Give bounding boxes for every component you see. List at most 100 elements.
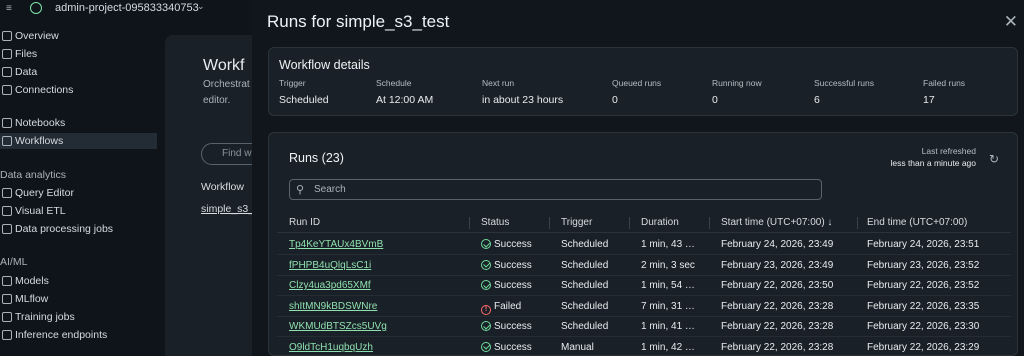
run-duration: 1 min, 54 … <box>641 280 695 291</box>
success-check-icon <box>481 341 491 352</box>
runs-search-input[interactable]: ⚲ Search <box>289 179 822 200</box>
sidebar-item-inference-endpoints[interactable]: Inference endpoints <box>0 327 157 343</box>
detail-key: Running now <box>712 78 762 88</box>
run-trigger: Manual <box>561 341 594 353</box>
refresh-icon[interactable]: ↻ <box>989 152 999 166</box>
detail-value: 6 <box>814 94 820 106</box>
run-trigger: Scheduled <box>561 280 609 291</box>
sidebar-group-aiml: AI/ML <box>0 256 28 268</box>
detail-key: Schedule <box>376 78 412 88</box>
detail-running-now: Running now 0 <box>712 78 762 106</box>
run-trigger: Scheduled <box>561 259 609 271</box>
model-icon <box>2 276 12 286</box>
detail-value: At 12:00 AM <box>376 94 434 106</box>
run-end-time: February 23, 2026, 23:52 <box>867 259 980 271</box>
search-placeholder: Search <box>314 184 346 195</box>
run-duration: 2 min, 3 sec <box>641 259 695 271</box>
sidebar-item-connections[interactable]: Connections <box>0 82 157 98</box>
column-divider <box>857 217 858 229</box>
run-start-time: February 22, 2026, 23:28 <box>721 321 834 332</box>
table-row: fPHPB4uQlqLsC1i Success Scheduled 2 min, 3 … <box>277 255 1011 276</box>
run-id-link[interactable]: Tp4KeYTAUx4BVmB <box>289 239 383 250</box>
run-status: Success <box>481 259 532 271</box>
error-icon: ! <box>481 304 491 315</box>
detail-key: Queued runs <box>612 78 662 88</box>
run-start-time: February 23, 2026, 23:49 <box>721 259 834 271</box>
run-duration: 1 min, 41 … <box>641 321 695 332</box>
drawer-title: Runs for simple_s3_test <box>267 12 450 31</box>
sidebar-item-files[interactable]: Files <box>0 46 157 62</box>
sidebar-item-data[interactable]: Data <box>0 64 157 80</box>
detail-value: 0 <box>612 94 618 106</box>
detail-key: Trigger <box>279 78 306 88</box>
col-run-id[interactable]: Run ID <box>289 217 320 228</box>
run-start-time: February 22, 2026, 23:28 <box>721 300 834 312</box>
col-end-time[interactable]: End time (UTC+07:00) <box>867 217 967 228</box>
detail-value: 17 <box>923 94 935 106</box>
sidebar-item-mlflow[interactable]: MLflow <box>0 291 157 307</box>
col-start-time[interactable]: Start time (UTC+07:00) ↓ <box>721 217 832 228</box>
background-page: Workf Orchestrat editor. Find w Workflow… <box>165 35 271 356</box>
background-column-header: Workflow <box>201 181 244 193</box>
sidebar-item-label: Models <box>15 275 49 287</box>
sidebar-item-label: Query Editor <box>15 187 74 199</box>
col-status[interactable]: Status <box>481 217 509 228</box>
sidebar-item-data-processing-jobs[interactable]: Data processing jobs <box>0 221 157 237</box>
run-trigger: Scheduled <box>561 300 609 312</box>
run-id-link[interactable]: O9ldTcH1uqbqUzh <box>289 342 373 353</box>
detail-schedule: Schedule At 12:00 AM <box>376 78 433 106</box>
background-subtitle: Orchestrat <box>203 79 250 90</box>
run-status-label: Success <box>494 259 532 271</box>
col-duration[interactable]: Duration <box>641 217 679 228</box>
notebook-icon <box>2 118 12 128</box>
run-status: Success <box>481 239 532 250</box>
run-duration: 1 min, 43 … <box>641 239 695 250</box>
run-end-time: February 22, 2026, 23:29 <box>867 341 980 353</box>
run-status-label: Success <box>494 280 532 291</box>
background-workflow-link[interactable]: simple_s3_ <box>201 203 254 215</box>
sidebar-item-overview[interactable]: Overview <box>0 28 157 44</box>
table-row: WKMUdBTSZcs5UVg Success Scheduled 1 min, 41… <box>277 316 1011 337</box>
sidebar-item-label: Data <box>15 66 38 78</box>
run-end-time: February 22, 2026, 23:52 <box>867 280 980 291</box>
detail-next-run: Next run in about 23 hours <box>482 78 563 106</box>
col-trigger[interactable]: Trigger <box>561 217 592 228</box>
sidebar-item-label: Visual ETL <box>15 205 66 217</box>
query-icon <box>2 188 12 198</box>
run-id-link[interactable]: WKMUdBTSZcs5UVg <box>289 321 387 332</box>
sidebar-item-query-editor[interactable]: Query Editor <box>0 185 157 201</box>
table-row: Clzy4ua3pd65XMf Success Scheduled 1 min, 54… <box>277 275 1011 296</box>
run-start-time: February 24, 2026, 23:49 <box>721 239 834 250</box>
run-start-time: February 22, 2026, 23:28 <box>721 341 834 353</box>
sidebar-item-label: Notebooks <box>15 117 66 129</box>
chevron-down-icon[interactable]: ⌄ <box>197 1 205 12</box>
detail-trigger: Trigger Scheduled <box>279 78 329 106</box>
run-id-link[interactable]: fPHPB4uQlqLsC1i <box>289 260 371 271</box>
training-icon <box>2 312 12 322</box>
project-selector[interactable]: admin-project-095833340753 <box>55 2 199 14</box>
column-divider <box>629 217 630 229</box>
workflow-details-panel: Workflow details Trigger Scheduled Schedu… <box>268 47 1018 116</box>
run-end-time: February 24, 2026, 23:51 <box>867 239 980 250</box>
sidebar-item-models[interactable]: Models <box>0 273 157 289</box>
close-icon[interactable]: ✕ <box>1004 12 1018 32</box>
jobs-icon <box>2 224 12 234</box>
column-divider <box>469 217 470 229</box>
table-row: Tp4KeYTAUx4BVmB Success Scheduled 1 min, 43… <box>277 234 1011 255</box>
collapse-menu-icon[interactable]: ≡ <box>6 3 12 14</box>
sidebar-item-workflows[interactable]: Workflows <box>0 133 157 149</box>
sidebar-item-label: Training jobs <box>15 311 75 323</box>
sidebar-item-notebooks[interactable]: Notebooks <box>0 115 157 131</box>
run-id-link[interactable]: Clzy4ua3pd65XMf <box>289 280 371 291</box>
sidebar-item-training-jobs[interactable]: Training jobs <box>0 309 157 325</box>
background-subtitle-2: editor. <box>203 95 231 106</box>
run-duration: 7 min, 31 … <box>641 300 695 312</box>
success-check-icon <box>481 321 491 331</box>
sidebar-group-data-analytics: Data analytics <box>0 169 66 181</box>
run-id-link[interactable]: shItMN9kBDSWNre <box>289 301 377 312</box>
run-status: Success <box>481 321 532 332</box>
sidebar-item-visual-etl[interactable]: Visual ETL <box>0 203 157 219</box>
success-check-icon <box>481 259 491 270</box>
run-status-label: Success <box>494 239 532 250</box>
detail-value: in about 23 hours <box>482 94 564 106</box>
